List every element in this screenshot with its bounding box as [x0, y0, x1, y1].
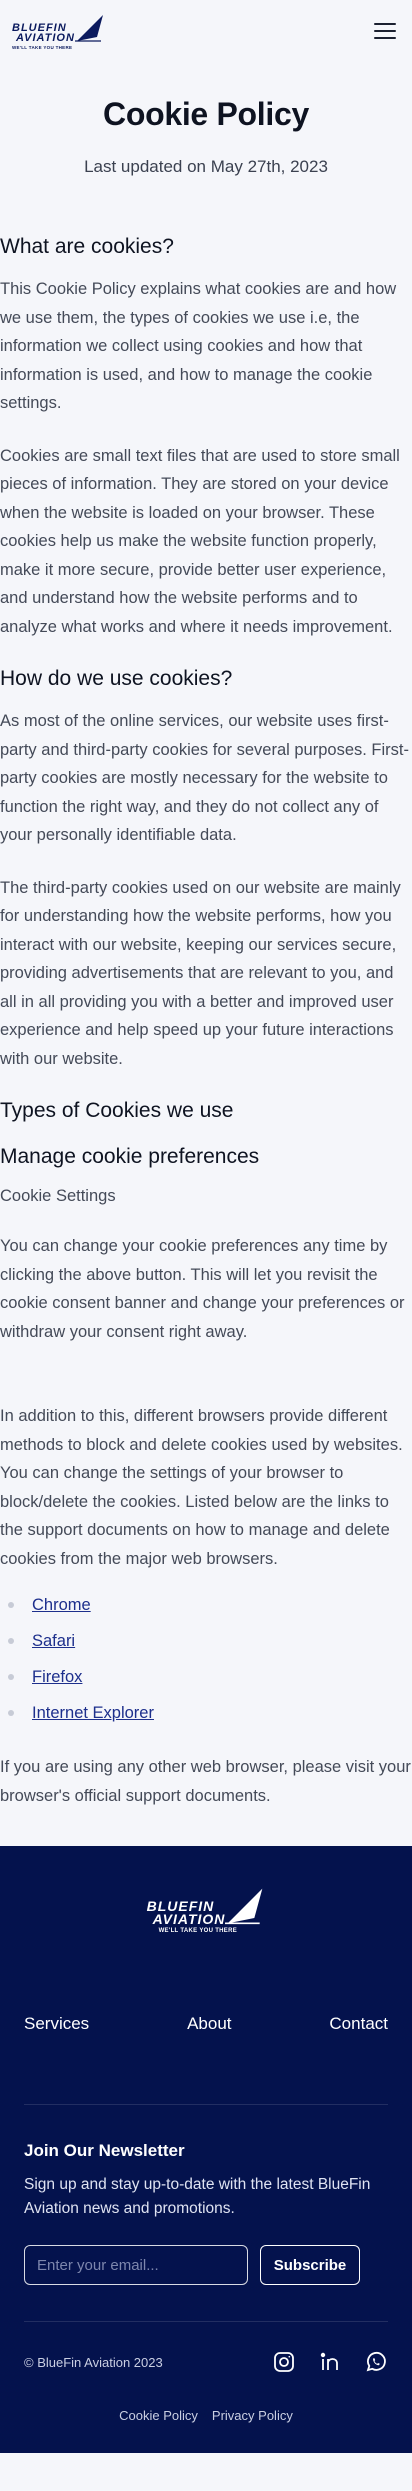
browser-links-list: Chrome Safari Firefox Internet Explorer	[8, 1587, 412, 1731]
footer-divider	[24, 2104, 388, 2105]
footer-link-cookie-policy[interactable]: Cookie Policy	[119, 2408, 198, 2423]
section-paragraph: If you are using any other web browser, …	[0, 1758, 411, 1805]
page-title-block: Cookie Policy Last updated on May 27th, …	[0, 62, 412, 177]
page-title: Cookie Policy	[103, 96, 309, 132]
whatsapp-icon[interactable]	[364, 2350, 388, 2374]
newsletter-form: Subscribe	[24, 2245, 388, 2285]
hamburger-menu-icon[interactable]	[374, 23, 396, 39]
cookie-settings-label[interactable]: Cookie Settings	[0, 1187, 412, 1206]
footer-logo[interactable]: BLUEFIN AVIATION WE'LL TAKE YOU THERE	[24, 1886, 388, 1934]
section-paragraph: This Cookie Policy explains what cookies…	[0, 280, 397, 412]
section-paragraph: You can change your cookie preferences a…	[0, 1237, 405, 1341]
brand-logo[interactable]: BLUEFIN AVIATION WE'LL TAKE YOU THERE	[12, 13, 105, 50]
wing-icon	[74, 14, 103, 42]
logo-tagline: WE'LL TAKE YOU THERE	[12, 44, 73, 50]
footer-bottom-row: © BlueFin Aviation 2023	[24, 2350, 388, 2374]
instagram-icon[interactable]	[272, 2350, 296, 2374]
policy-content: What are cookies? This Cookie Policy exp…	[0, 233, 412, 1810]
footer-link-services[interactable]: Services	[24, 2014, 89, 2034]
logo-text-1: BLUEFIN	[12, 21, 67, 34]
footer-link-about[interactable]: About	[187, 2014, 231, 2034]
footer-divider	[24, 2321, 388, 2322]
safari-link[interactable]: Safari	[32, 1632, 75, 1651]
section-heading: Manage cookie preferences	[0, 1145, 260, 1168]
section-paragraph: The third-party cookies used on our webs…	[0, 878, 401, 1068]
footer-nav: Services About Contact	[24, 2014, 388, 2034]
section-paragraph: In addition to this, different browsers …	[0, 1407, 403, 1568]
footer-link-contact[interactable]: Contact	[329, 2014, 388, 2034]
section-heading: How do we use cookies?	[0, 667, 233, 690]
logo-mark: BLUEFIN AVIATION	[12, 13, 105, 43]
section-what-are-cookies: What are cookies? This Cookie Policy exp…	[0, 233, 412, 641]
list-item: Internet Explorer	[8, 1695, 412, 1731]
list-item: Firefox	[8, 1659, 412, 1695]
newsletter-text: Sign up and stay up-to-date with the lat…	[24, 2176, 371, 2217]
legal-links: Cookie Policy Privacy Policy	[24, 2408, 388, 2423]
social-links	[272, 2350, 388, 2374]
section-types: Types of Cookies we use	[0, 1097, 412, 1125]
site-footer: BLUEFIN AVIATION WE'LL TAKE YOU THERE Se…	[0, 1846, 412, 2453]
subscribe-button[interactable]: Subscribe	[260, 2245, 360, 2285]
linkedin-icon[interactable]	[318, 2350, 342, 2374]
section-paragraph: Cookies are small text files that are us…	[0, 446, 400, 636]
email-input[interactable]	[24, 2245, 248, 2285]
wing-icon	[225, 1888, 263, 1925]
section-heading: Types of Cookies we use	[0, 1099, 234, 1122]
site-header: BLUEFIN AVIATION WE'LL TAKE YOU THERE	[0, 0, 412, 62]
footer-logo-text-2: AVIATION	[152, 1911, 226, 1927]
section-how-we-use: How do we use cookies? As most of the on…	[0, 665, 412, 1073]
logo-text-2: AVIATION	[16, 31, 75, 44]
copyright: © BlueFin Aviation 2023	[24, 2354, 163, 2370]
footer-link-privacy-policy[interactable]: Privacy Policy	[212, 2408, 293, 2423]
last-updated: Last updated on May 27th, 2023	[84, 157, 328, 176]
list-item: Safari	[8, 1623, 412, 1659]
section-heading: What are cookies?	[0, 235, 174, 258]
list-item: Chrome	[8, 1587, 412, 1623]
chrome-link[interactable]: Chrome	[32, 1596, 91, 1615]
newsletter-title: Join Our Newsletter	[24, 2141, 185, 2160]
section-manage-preferences: Manage cookie preferences Cookie Setting…	[0, 1143, 412, 1810]
section-paragraph: As most of the online services, our webs…	[0, 712, 409, 844]
internet-explorer-link[interactable]: Internet Explorer	[32, 1704, 154, 1723]
firefox-link[interactable]: Firefox	[32, 1668, 82, 1687]
footer-logo-tagline: WE'LL TAKE YOU THERE	[158, 1928, 238, 1934]
